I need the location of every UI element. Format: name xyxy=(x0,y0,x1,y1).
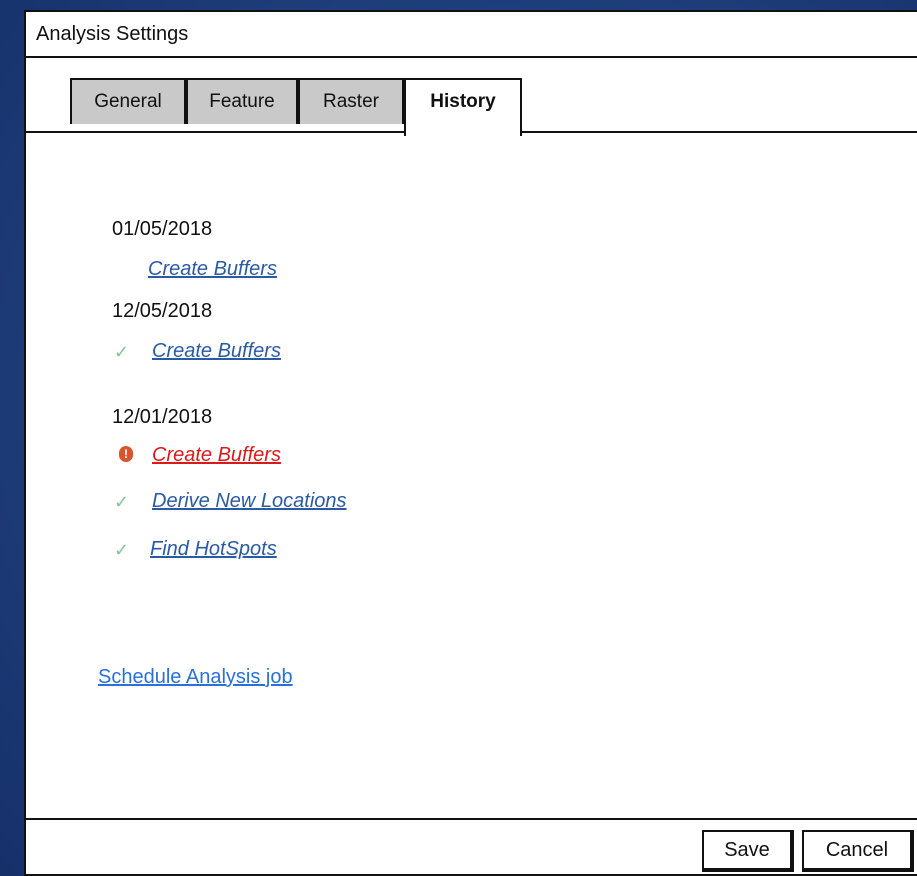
dialog-title: Analysis Settings xyxy=(26,12,917,58)
history-item-link-error[interactable]: Create Buffers xyxy=(152,444,281,467)
cancel-button[interactable]: Cancel xyxy=(802,830,914,872)
check-icon: ✓ xyxy=(114,342,130,362)
schedule-analysis-link[interactable]: Schedule Analysis job xyxy=(98,666,293,689)
history-panel: 01/05/2018 Create Buffers 12/05/2018 ✓ C… xyxy=(26,134,917,818)
button-bar: Save Cancel xyxy=(26,818,917,874)
tab-history[interactable]: History xyxy=(404,78,522,136)
analysis-settings-dialog: Analysis Settings General Feature Raster… xyxy=(24,10,917,876)
history-item-link[interactable]: Create Buffers xyxy=(148,258,277,281)
tab-feature[interactable]: Feature xyxy=(186,78,298,124)
check-icon: ✓ xyxy=(114,540,130,560)
tab-raster[interactable]: Raster xyxy=(298,78,404,124)
save-button[interactable]: Save xyxy=(702,830,794,872)
history-date: 12/01/2018 xyxy=(112,406,213,428)
history-date: 01/05/2018 xyxy=(112,218,213,240)
history-item-link[interactable]: Find HotSpots xyxy=(150,538,277,561)
history-item-link[interactable]: Create Buffers xyxy=(152,340,281,363)
tab-general[interactable]: General xyxy=(70,78,186,124)
check-icon: ✓ xyxy=(114,492,130,512)
error-icon: ! xyxy=(119,446,133,462)
tab-strip: General Feature Raster History xyxy=(26,58,917,136)
history-date: 12/05/2018 xyxy=(112,300,213,322)
history-item-link[interactable]: Derive New Locations xyxy=(152,490,347,513)
